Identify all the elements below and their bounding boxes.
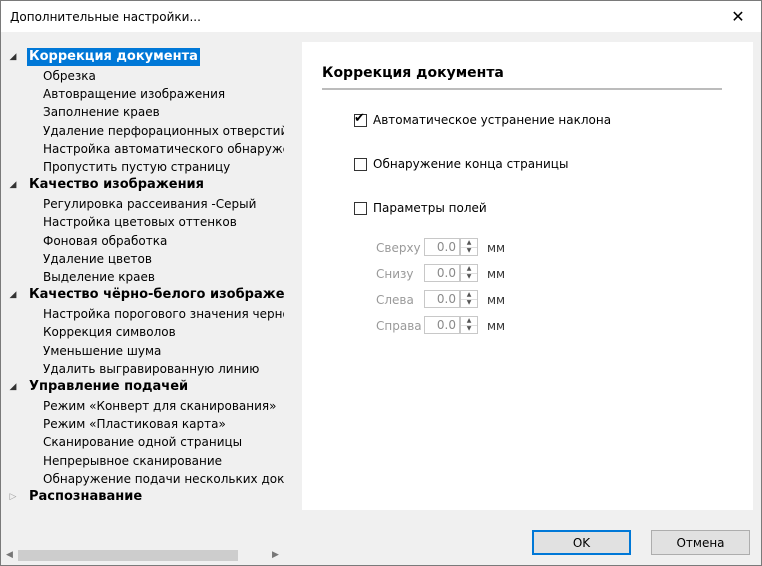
collapse-arrow-icon[interactable]: ◢ <box>8 378 18 396</box>
settings-tree[interactable]: ◢ Коррекция документа Обрезка Автовращение … <box>1 43 284 545</box>
margin-left-label: Слева <box>376 293 414 307</box>
checkmark-icon: ✔ <box>354 110 365 126</box>
tree-item[interactable]: Удалить выгравированную линию <box>43 360 259 378</box>
tree-horizontal-scrollbar[interactable]: ◀ ▶ <box>1 547 284 564</box>
tree-item[interactable]: Автовращение изображения <box>43 85 225 103</box>
collapse-arrow-icon[interactable]: ◢ <box>8 286 18 304</box>
margin-right-spinner[interactable]: ▲ ▼ <box>460 316 478 334</box>
margin-bottom-input[interactable]: 0.0 <box>424 264 460 282</box>
margin-top-value: 0.0 <box>436 240 456 254</box>
margin-bottom-unit: мм <box>487 267 506 281</box>
tree-category-3[interactable]: ◢ Управление подачей <box>1 378 284 396</box>
cancel-button[interactable]: Отмена <box>651 530 750 555</box>
tree-category-label[interactable]: Управление подачей <box>27 378 190 396</box>
margin-top-input[interactable]: 0.0 <box>424 238 460 256</box>
collapse-arrow-icon[interactable]: ◢ <box>8 48 18 66</box>
tree-item[interactable]: Обнаружение подачи нескольких документов <box>43 470 284 488</box>
panel-title: Коррекция документа <box>322 65 504 81</box>
page-end-detection-checkbox[interactable] <box>354 157 367 171</box>
window-title: Дополнительные настройки... <box>10 10 201 24</box>
tree-category-0[interactable]: ◢ Коррекция документа <box>1 48 284 66</box>
tree-item[interactable]: Регулировка рассеивания -Серый <box>43 195 256 213</box>
tree-item[interactable]: Уменьшение шума <box>43 342 161 360</box>
tree-category-label[interactable]: Качество чёрно-белого изображения <box>27 286 284 304</box>
margin-left-value: 0.0 <box>436 292 456 306</box>
spin-down-icon[interactable]: ▼ <box>461 299 477 307</box>
tree-item[interactable]: Выделение краев <box>43 268 155 286</box>
tree-category-label[interactable]: Распознавание <box>27 488 144 506</box>
page-end-detection-label: Обнаружение конца страницы <box>373 157 569 171</box>
tree-item[interactable]: Режим «Конверт для сканирования» <box>43 397 276 415</box>
tree-category-2[interactable]: ◢ Качество чёрно-белого изображения <box>1 286 284 304</box>
tree-category-4[interactable]: ▷ Распознавание <box>1 488 284 506</box>
margin-top-spinner[interactable]: ▲ ▼ <box>460 238 478 256</box>
margin-left-spinner[interactable]: ▲ ▼ <box>460 290 478 308</box>
margin-top-unit: мм <box>487 241 506 255</box>
tree-item[interactable]: Настройка порогового значения черно-бело… <box>43 305 284 323</box>
margin-bottom-label: Снизу <box>376 267 414 281</box>
collapse-arrow-icon[interactable]: ◢ <box>8 176 18 194</box>
panel-title-divider <box>322 88 722 90</box>
spin-down-icon[interactable]: ▼ <box>461 273 477 281</box>
margin-settings-option[interactable]: Параметры полей <box>354 200 487 216</box>
close-icon[interactable]: ✕ <box>715 1 761 32</box>
auto-deskew-option[interactable]: ✔ Автоматическое устранение наклона <box>354 110 612 128</box>
tree-item[interactable]: Сканирование одной страницы <box>43 433 242 451</box>
tree-item[interactable]: Настройка автоматического обнаружения <box>43 140 284 158</box>
tree-category-1[interactable]: ◢ Качество изображения <box>1 176 284 194</box>
tree-category-label[interactable]: Коррекция документа <box>27 48 200 66</box>
tree-category-label[interactable]: Качество изображения <box>27 176 206 194</box>
tree-item[interactable]: Заполнение краев <box>43 103 160 121</box>
scroll-right-icon[interactable]: ▶ <box>267 547 284 564</box>
tree-item[interactable]: Непрерывное сканирование <box>43 452 222 470</box>
margin-top-label: Сверху <box>376 241 421 255</box>
auto-deskew-label: Автоматическое устранение наклона <box>373 113 612 127</box>
spin-down-icon[interactable]: ▼ <box>461 325 477 333</box>
ok-button[interactable]: OK <box>532 530 631 555</box>
expand-arrow-icon[interactable]: ▷ <box>8 488 18 506</box>
auto-deskew-checkbox[interactable]: ✔ <box>354 110 367 127</box>
scrollbar-thumb[interactable] <box>18 550 238 561</box>
tree-item[interactable]: Удаление цветов <box>43 250 152 268</box>
tree-item[interactable]: Пропустить пустую страницу <box>43 158 230 176</box>
advanced-settings-dialog: Дополнительные настройки... ✕ ◢ Коррекция… <box>0 0 762 566</box>
page-end-detection-option[interactable]: Обнаружение конца страницы <box>354 156 568 172</box>
margin-right-label: Справа <box>376 319 422 333</box>
margin-settings-label: Параметры полей <box>373 201 487 215</box>
margin-settings-checkbox[interactable] <box>354 201 367 215</box>
tree-item[interactable]: Фоновая обработка <box>43 232 167 250</box>
margin-left-unit: мм <box>487 293 506 307</box>
title-bar: Дополнительные настройки... ✕ <box>1 1 761 32</box>
settings-panel: Коррекция документа ✔ Автоматическое уст… <box>302 42 753 510</box>
tree-item[interactable]: Обрезка <box>43 67 96 85</box>
margin-bottom-value: 0.0 <box>436 266 456 280</box>
tree-item[interactable]: Удаление перфорационных отверстий <box>43 122 284 140</box>
margin-right-unit: мм <box>487 319 506 333</box>
tree-item[interactable]: Настройка цветовых оттенков <box>43 213 237 231</box>
margin-right-value: 0.0 <box>436 318 456 332</box>
margin-left-input[interactable]: 0.0 <box>424 290 460 308</box>
tree-item[interactable]: Коррекция символов <box>43 323 176 341</box>
margin-bottom-spinner[interactable]: ▲ ▼ <box>460 264 478 282</box>
spin-down-icon[interactable]: ▼ <box>461 247 477 255</box>
tree-item[interactable]: Режим «Пластиковая карта» <box>43 415 226 433</box>
margin-right-input[interactable]: 0.0 <box>424 316 460 334</box>
scroll-left-icon[interactable]: ◀ <box>1 547 18 564</box>
